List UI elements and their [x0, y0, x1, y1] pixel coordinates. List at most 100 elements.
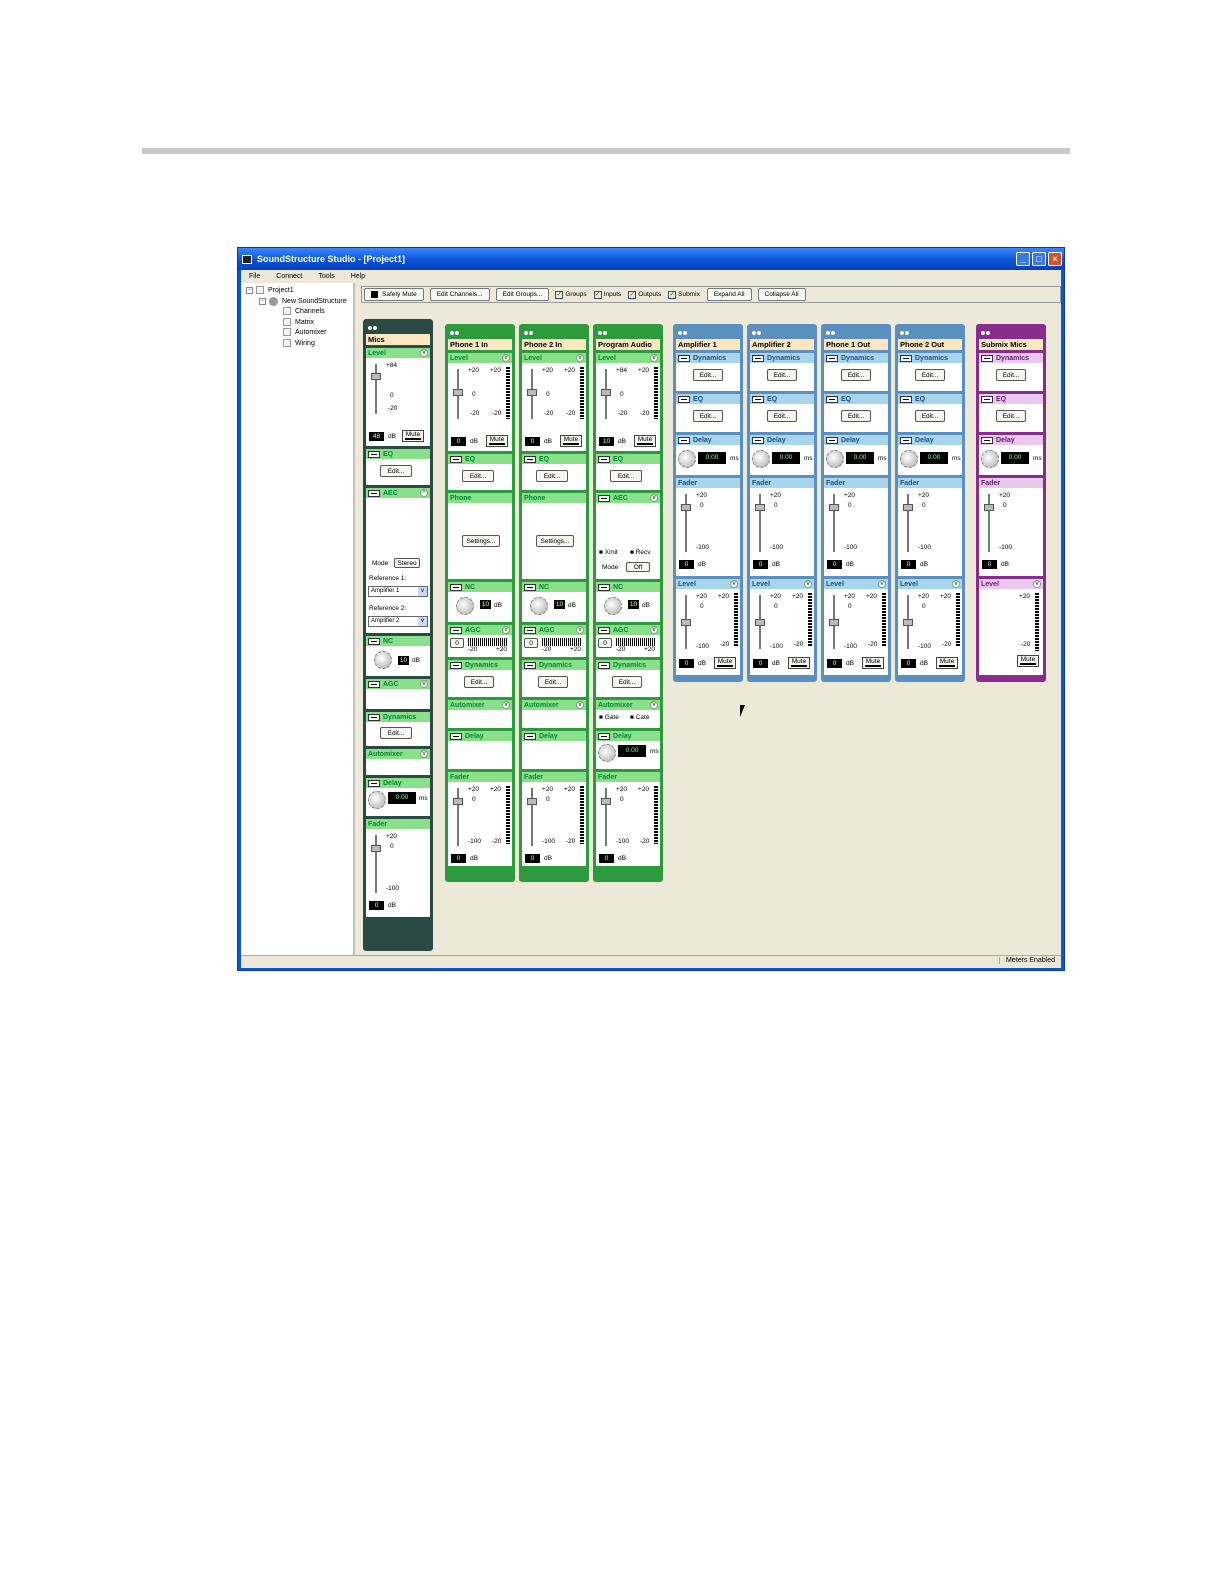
enable-toggle[interactable]: [826, 354, 838, 362]
expand-all-button[interactable]: Expand All: [706, 288, 752, 301]
enable-toggle[interactable]: [368, 637, 380, 645]
dynamics-edit-button[interactable]: Edit...: [915, 369, 945, 381]
fader-slider-track[interactable]: [759, 494, 761, 552]
enable-toggle[interactable]: [368, 489, 380, 497]
fader-value[interactable]: 0: [827, 560, 842, 569]
fader-value[interactable]: 0: [982, 560, 997, 569]
level-value[interactable]: 10: [599, 437, 614, 446]
enable-toggle[interactable]: [981, 395, 993, 403]
enable-toggle[interactable]: [598, 661, 610, 669]
enable-toggle[interactable]: [524, 732, 536, 740]
maximize-icon[interactable]: □: [1032, 252, 1046, 266]
collapse-icon[interactable]: -: [259, 298, 266, 305]
minimize-icon[interactable]: _: [1016, 252, 1030, 266]
fader-slider-thumb[interactable]: [903, 504, 913, 511]
chevron-down-icon[interactable]: v: [1033, 580, 1041, 588]
enable-toggle[interactable]: [524, 661, 536, 669]
enable-toggle[interactable]: [524, 455, 536, 463]
chevron-down-icon[interactable]: v: [502, 354, 510, 362]
delay-knob[interactable]: [752, 450, 770, 468]
enable-toggle[interactable]: [900, 354, 912, 362]
groups-checkbox[interactable]: ✓ Groups: [555, 290, 587, 299]
fader-slider-track[interactable]: [907, 494, 909, 552]
nc-knob[interactable]: [530, 597, 548, 615]
enable-toggle[interactable]: [450, 583, 462, 591]
mute-button[interactable]: Mute: [788, 657, 810, 669]
chevron-down-icon[interactable]: v: [420, 349, 428, 357]
enable-toggle[interactable]: [524, 626, 536, 634]
level-value[interactable]: 0: [827, 659, 842, 668]
enable-toggle[interactable]: [368, 680, 380, 688]
level-slider-track[interactable]: [375, 364, 377, 414]
level-value[interactable]: 0: [753, 659, 768, 668]
group-expand-icon[interactable]: [366, 322, 430, 334]
delay-value[interactable]: 0.00: [1001, 452, 1029, 464]
phone-settings-button[interactable]: Settings...: [462, 535, 500, 547]
channel-expand-icon[interactable]: [898, 327, 962, 339]
mute-button[interactable]: Mute: [402, 430, 424, 442]
mute-button[interactable]: Mute: [1017, 655, 1039, 667]
channel-expand-icon[interactable]: [750, 327, 814, 339]
channel-expand-icon[interactable]: [522, 327, 586, 339]
eq-edit-button[interactable]: Edit...: [610, 470, 642, 482]
mode-select[interactable]: Stereo: [394, 558, 420, 568]
fader-value[interactable]: 0: [525, 854, 540, 863]
nc-value[interactable]: 10: [554, 600, 565, 609]
fader-slider-thumb[interactable]: [829, 504, 839, 511]
fader-slider-thumb[interactable]: [453, 798, 463, 805]
enable-toggle[interactable]: [981, 436, 993, 444]
delay-value[interactable]: 0.00: [846, 452, 874, 464]
enable-toggle[interactable]: [450, 732, 462, 740]
enable-toggle[interactable]: [368, 450, 380, 458]
edit-channels-button[interactable]: Edit Channels...: [429, 288, 490, 301]
enable-toggle[interactable]: [678, 436, 690, 444]
level-slider-thumb[interactable]: [903, 619, 913, 626]
fader-value[interactable]: 0: [369, 901, 384, 910]
enable-toggle[interactable]: [598, 626, 610, 634]
dynamics-edit-button[interactable]: Edit...: [841, 369, 871, 381]
channel-expand-icon[interactable]: [824, 327, 888, 339]
chevron-down-icon[interactable]: v: [730, 580, 738, 588]
menu-help[interactable]: Help: [351, 273, 365, 280]
dynamics-edit-button[interactable]: Edit...: [380, 727, 412, 739]
level-value[interactable]: 0: [525, 437, 540, 446]
fader-slider-track[interactable]: [531, 788, 533, 846]
level-value[interactable]: 0: [679, 659, 694, 668]
level-slider-thumb[interactable]: [453, 389, 463, 396]
enable-toggle[interactable]: [524, 583, 536, 591]
enable-toggle[interactable]: [826, 395, 838, 403]
delay-knob[interactable]: [368, 791, 386, 809]
delay-knob[interactable]: [598, 744, 616, 762]
enable-toggle[interactable]: [368, 779, 380, 787]
enable-toggle[interactable]: [900, 436, 912, 444]
fader-value[interactable]: 0: [451, 854, 466, 863]
dynamics-edit-button[interactable]: Edit...: [612, 676, 642, 688]
menu-connect[interactable]: Connect: [276, 273, 302, 280]
dynamics-edit-button[interactable]: Edit...: [996, 369, 1026, 381]
delay-value[interactable]: 0.00: [772, 452, 800, 464]
level-value[interactable]: 0: [901, 659, 916, 668]
dynamics-edit-button[interactable]: Edit...: [464, 676, 494, 688]
nc-knob[interactable]: [456, 597, 474, 615]
enable-toggle[interactable]: [826, 436, 838, 444]
enable-toggle[interactable]: [678, 354, 690, 362]
chevron-down-icon[interactable]: v: [650, 701, 658, 709]
fader-slider-thumb[interactable]: [755, 504, 765, 511]
chevron-down-icon[interactable]: v: [502, 701, 510, 709]
dynamics-edit-button[interactable]: Edit...: [538, 676, 568, 688]
eq-edit-button[interactable]: Edit...: [915, 410, 945, 422]
enable-toggle[interactable]: [598, 583, 610, 591]
mute-button[interactable]: Mute: [486, 435, 508, 447]
delay-value[interactable]: 0.00: [920, 452, 948, 464]
enable-toggle[interactable]: [598, 732, 610, 740]
eq-edit-button[interactable]: Edit...: [693, 410, 723, 422]
fader-slider-thumb[interactable]: [527, 798, 537, 805]
menu-tools[interactable]: Tools: [318, 273, 334, 280]
chevron-down-icon[interactable]: v: [878, 580, 886, 588]
collapse-icon[interactable]: -: [246, 286, 253, 294]
enable-toggle[interactable]: [678, 395, 690, 403]
mute-button[interactable]: Mute: [560, 435, 582, 447]
tree-matrix[interactable]: Matrix: [283, 318, 314, 326]
submix-checkbox[interactable]: ✓ Submix: [668, 290, 700, 299]
channel-expand-icon[interactable]: [676, 327, 740, 339]
